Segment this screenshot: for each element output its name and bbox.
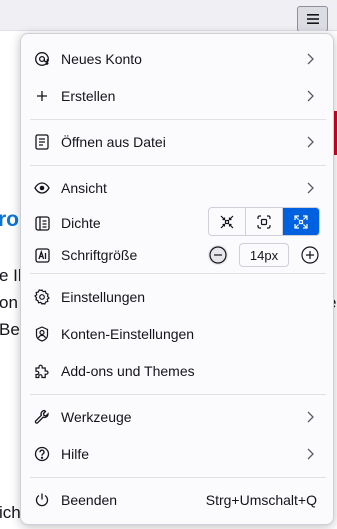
account-settings-icon	[34, 326, 50, 342]
menu-separator	[30, 477, 326, 478]
plus-circle-icon	[301, 246, 319, 264]
menu-separator	[30, 119, 326, 120]
menu-item-addons[interactable]: Add-ons und Themes	[30, 354, 324, 388]
eye-icon	[34, 180, 50, 196]
menu-item-new-account[interactable]: Neues Konto	[30, 42, 324, 76]
chevron-right-icon	[302, 180, 318, 196]
menu-separator	[30, 273, 326, 274]
gear-icon	[34, 289, 50, 305]
background-text: Be	[0, 320, 20, 339]
font-size-value: 14px	[239, 243, 289, 267]
font-size-increase-button[interactable]	[300, 245, 320, 265]
menu-item-label: Werkzeuge	[61, 409, 132, 425]
density-compact-icon	[220, 215, 234, 228]
menu-item-label: Öffnen aus Datei	[61, 134, 166, 150]
menu-item-label: Schriftgröße	[61, 247, 138, 263]
puzzle-icon	[34, 363, 50, 379]
density-touch-button[interactable]	[283, 208, 319, 235]
density-normal-icon	[257, 214, 271, 229]
menu-item-label: Dichte	[61, 215, 101, 231]
chevron-right-icon	[302, 409, 318, 425]
background-text: on	[0, 293, 18, 312]
density-normal-button[interactable]	[246, 208, 283, 235]
density-selector	[208, 207, 320, 236]
density-touch-icon	[294, 214, 308, 229]
menu-item-account-settings[interactable]: Konten-Einstellungen	[30, 317, 324, 351]
app-menu-button[interactable]	[297, 6, 328, 32]
menu-item-quit[interactable]: Beenden Strg+Umschalt+Q	[30, 483, 324, 517]
new-account-icon	[34, 51, 50, 67]
quit-shortcut: Strg+Umschalt+Q	[205, 492, 317, 508]
menu-item-open-file[interactable]: Öffnen aus Datei	[30, 125, 324, 159]
menu-item-label: Erstellen	[61, 88, 116, 104]
font-size-decrease-button[interactable]	[208, 245, 228, 265]
menu-item-view[interactable]: Ansicht	[30, 171, 324, 205]
chevron-right-icon	[302, 134, 318, 150]
background-heading: ro	[0, 208, 19, 231]
chevron-right-icon	[302, 446, 318, 462]
app-menu-panel: Neues Konto Erstellen Öffnen aus Datei A…	[20, 33, 334, 525]
help-icon	[34, 446, 50, 462]
menu-item-help[interactable]: Hilfe	[30, 437, 324, 471]
menu-separator	[30, 165, 326, 166]
menu-item-label: Konten-Einstellungen	[61, 326, 195, 342]
plus-icon	[34, 88, 50, 104]
hamburger-icon	[306, 14, 319, 24]
font-size-icon	[34, 247, 50, 263]
density-icon	[34, 215, 50, 231]
menu-item-tools[interactable]: Werkzeuge	[30, 400, 324, 434]
density-compact-button[interactable]	[209, 208, 246, 235]
background-text: ich	[0, 503, 21, 522]
app-toolbar	[0, 0, 337, 32]
menu-separator	[30, 394, 326, 395]
menu-item-settings[interactable]: Einstellungen	[30, 280, 324, 314]
chevron-right-icon	[302, 51, 318, 67]
power-icon	[34, 492, 50, 508]
wrench-icon	[34, 409, 50, 425]
minus-icon	[209, 246, 227, 264]
menu-item-label: Ansicht	[61, 180, 107, 196]
menu-item-create[interactable]: Erstellen	[30, 79, 324, 113]
chevron-right-icon	[302, 88, 318, 104]
menu-item-label: Neues Konto	[61, 51, 142, 67]
menu-item-label: Einstellungen	[61, 289, 146, 305]
menu-item-label: Beenden	[61, 492, 118, 508]
file-icon	[34, 134, 50, 150]
menu-item-label: Hilfe	[61, 446, 90, 462]
menu-item-label: Add-ons und Themes	[61, 363, 195, 379]
